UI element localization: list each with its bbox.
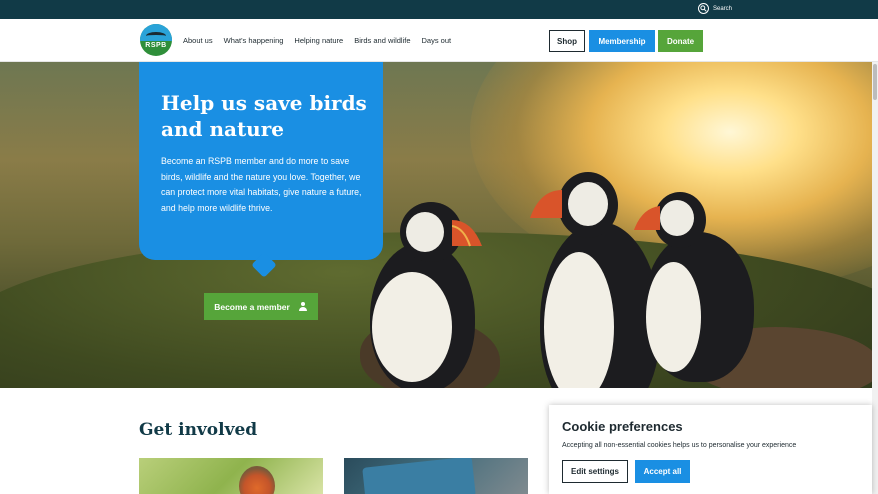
- accept-all-button[interactable]: Accept all: [635, 460, 690, 483]
- shop-button[interactable]: Shop: [549, 30, 585, 52]
- robin-card-image[interactable]: [139, 458, 323, 494]
- utility-bar: Search: [0, 0, 878, 19]
- puffin-beak: [634, 206, 660, 230]
- section-title: Get involved: [139, 420, 258, 440]
- cookie-text: Accepting all non-essential cookies help…: [562, 442, 797, 449]
- nav-item-birds-and-wildlife[interactable]: Birds and wildlife: [354, 36, 410, 45]
- donate-button[interactable]: Donate: [658, 30, 703, 52]
- nav-item-whats-happening[interactable]: What's happening: [224, 36, 284, 45]
- nav-item-about-us[interactable]: About us: [183, 36, 213, 45]
- tablet-card-image[interactable]: [344, 458, 528, 494]
- cookie-preferences-panel: Cookie preferences Accepting all non-ess…: [549, 405, 872, 494]
- tablet-image: [362, 458, 476, 494]
- hero-text: Become an RSPB member and do more to sav…: [161, 156, 362, 213]
- nav-item-days-out[interactable]: Days out: [422, 36, 452, 45]
- search-button[interactable]: Search: [697, 3, 732, 14]
- hero-callout: Help us save birds and nature Become an …: [139, 62, 383, 260]
- rspb-logo[interactable]: RSPB: [140, 24, 172, 56]
- hero-image: [0, 62, 872, 388]
- page-scrollbar[interactable]: [872, 62, 878, 494]
- nav-item-helping-nature[interactable]: Helping nature: [294, 36, 343, 45]
- become-member-button[interactable]: Become a member: [204, 293, 318, 320]
- logo-bird-icon: [146, 32, 166, 40]
- puffin-beak: [452, 220, 482, 247]
- hero-title: Help us save birds and nature: [161, 91, 367, 141]
- robin-image: [239, 466, 275, 494]
- site-header: RSPB About us What's happening Helping n…: [0, 19, 878, 62]
- search-label: Search: [712, 5, 732, 12]
- person-icon: [298, 302, 308, 311]
- membership-button[interactable]: Membership: [589, 30, 655, 52]
- edit-settings-button[interactable]: Edit settings: [562, 460, 628, 483]
- become-member-label: Become a member: [214, 301, 290, 312]
- puffin-beak: [530, 190, 562, 218]
- main-nav: About us What's happening Helping nature…: [183, 36, 451, 45]
- cookie-title: Cookie preferences: [562, 419, 683, 434]
- scrollbar-thumb[interactable]: [873, 64, 877, 100]
- logo-text: RSPB: [145, 42, 167, 49]
- search-icon: [697, 3, 709, 14]
